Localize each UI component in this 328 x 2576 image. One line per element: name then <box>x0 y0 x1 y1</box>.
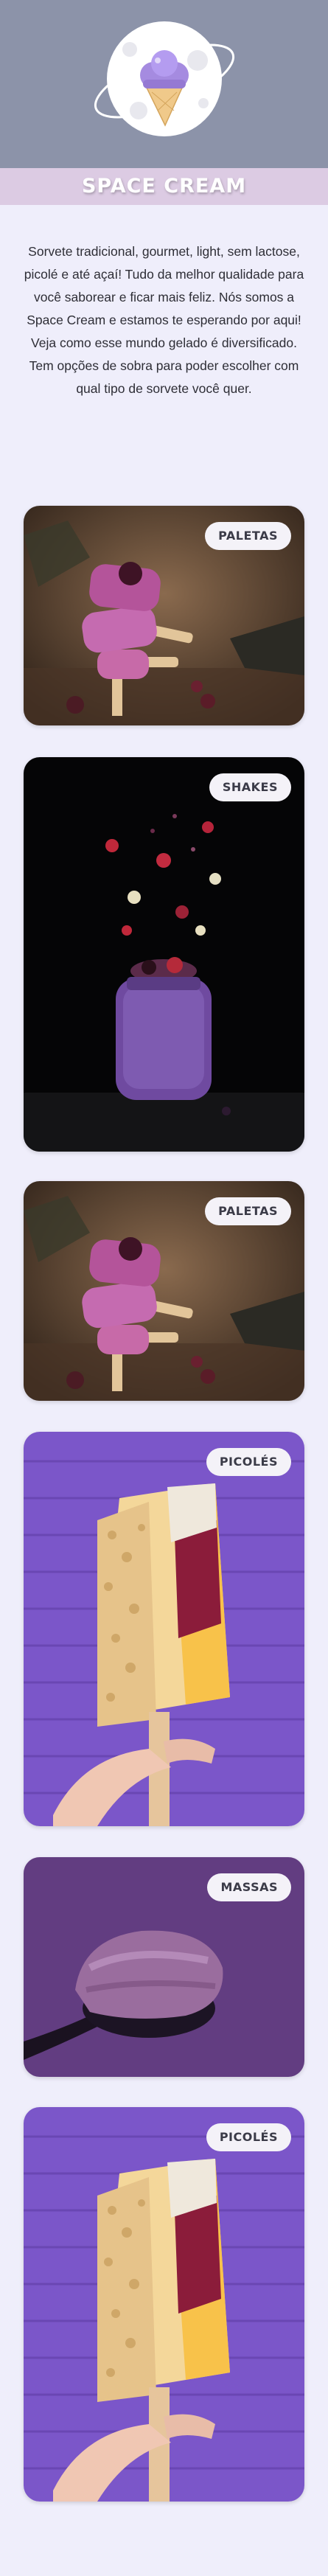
category-card-picoles[interactable]: PICOLÉS <box>24 2107 304 2502</box>
site-header <box>0 0 328 168</box>
intro-text: Sorvete tradicional, gourmet, light, sem… <box>24 244 304 396</box>
ice-cream-planet-icon <box>94 21 235 136</box>
category-card-massas[interactable]: MASSAS <box>24 1857 304 2077</box>
category-badge: SHAKES <box>209 773 291 801</box>
category-card-paletas[interactable]: PALETAS <box>24 506 304 725</box>
category-card-picoles[interactable]: PICOLÉS <box>24 1432 304 1826</box>
category-badge: PICOLÉS <box>206 1448 291 1476</box>
category-card-shakes[interactable]: SHAKES <box>24 757 304 1152</box>
popsicle-purple-wall-photo <box>24 2107 304 2502</box>
popsicle-purple-wall-photo <box>24 1432 304 1826</box>
page-title: SPACE CREAM <box>81 175 247 198</box>
berry-shake-jar-photo <box>24 757 304 1152</box>
category-badge: PICOLÉS <box>206 2123 291 2151</box>
category-badge: MASSAS <box>207 1873 291 1901</box>
category-badge: PALETAS <box>205 522 291 550</box>
category-badge: PALETAS <box>205 1197 291 1225</box>
logo[interactable] <box>87 16 242 142</box>
category-card-paletas[interactable]: PALETAS <box>24 1181 304 1401</box>
